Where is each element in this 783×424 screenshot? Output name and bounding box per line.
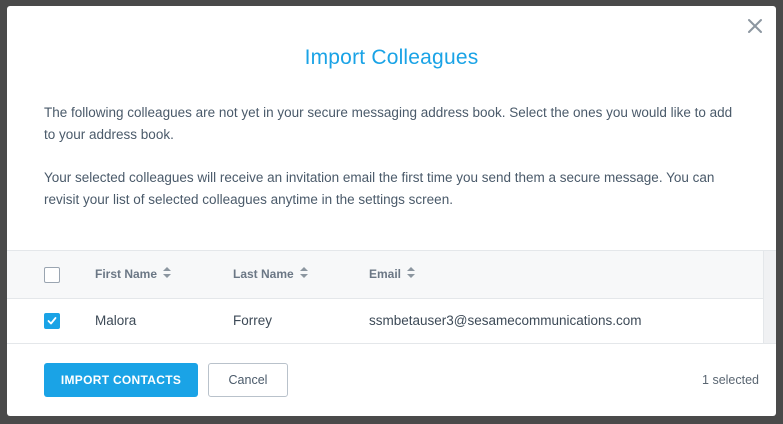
colleagues-table: First Name Last Name Email Malora Forrey…	[7, 250, 776, 344]
intro-text: The following colleagues are not yet in …	[44, 105, 733, 142]
table-header: First Name Last Name Email	[7, 251, 776, 299]
select-all-checkbox[interactable]	[44, 267, 60, 283]
sort-icon	[407, 266, 416, 281]
sort-icon	[299, 266, 308, 281]
selected-count: 1 selected	[702, 373, 759, 387]
check-icon	[47, 317, 57, 325]
column-header-last-name[interactable]: Last Name	[233, 266, 308, 281]
dialog-title: Import Colleagues	[304, 46, 479, 69]
row-checkbox[interactable]	[44, 313, 60, 329]
table-scrollbar[interactable]	[763, 251, 776, 343]
table-row[interactable]: Malora Forrey ssmbetauser3@sesamecommuni…	[7, 299, 776, 344]
import-contacts-button[interactable]: IMPORT CONTACTS	[44, 363, 198, 397]
column-header-first-name[interactable]: First Name	[95, 266, 172, 281]
cell-first-name: Malora	[95, 313, 137, 328]
sort-icon	[163, 266, 172, 281]
column-header-email[interactable]: Email	[369, 266, 416, 281]
close-icon	[748, 19, 762, 33]
cancel-button[interactable]: Cancel	[208, 363, 288, 397]
invite-text: Your selected colleagues will receive an…	[44, 170, 715, 207]
cell-last-name: Forrey	[233, 313, 273, 328]
close-button[interactable]	[746, 17, 764, 35]
cell-email: ssmbetauser3@sesamecommunications.com	[369, 313, 642, 328]
import-colleagues-dialog: Import Colleagues The following colleagu…	[7, 6, 776, 416]
